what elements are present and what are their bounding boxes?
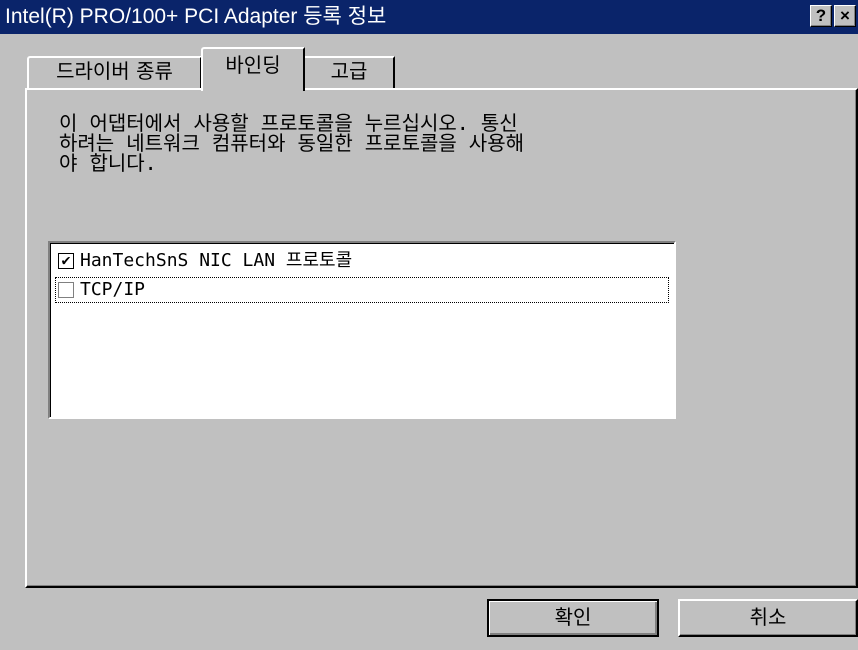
protocol-checkbox-hantechsns[interactable]: ✔ [58,251,74,269]
ok-button-label: 확인 [554,605,592,629]
protocol-item-hantechsns[interactable]: ✔ HanTechSnS NIC LAN 프로토콜 [56,249,668,275]
help-button[interactable]: ? [810,5,832,27]
tab-binding-label: 바인딩 [225,53,281,77]
description-line: 이 어댑터에서 사용할 프로토콜을 누르십시오. 통신 [59,111,518,135]
cancel-button[interactable]: 취소 [678,599,858,637]
tab-driver-type-label: 드라이버 종류 [56,59,173,83]
checkmark-icon: ✔ [61,251,71,269]
protocol-list[interactable]: ✔ HanTechSnS NIC LAN 프로토콜 TCP/IP [48,241,676,419]
protocol-item-tcpip[interactable]: TCP/IP [55,277,669,303]
protocol-label: TCP/IP [80,279,146,300]
window-title: Intel(R) PRO/100+ PCI Adapter 등록 정보 [5,5,387,28]
title-bar[interactable]: Intel(R) PRO/100+ PCI Adapter 등록 정보 ? × [0,0,858,34]
tab-advanced-label: 고급 [330,59,368,83]
help-icon: ? [815,6,827,25]
tab-binding[interactable]: 바인딩 [201,47,305,91]
ok-button[interactable]: 확인 [487,599,659,637]
binding-description: 이 어댑터에서 사용할 프로토콜을 누르십시오. 통신 하려는 네트워크 컴퓨터… [59,113,679,173]
close-icon: × [840,6,850,25]
protocol-checkbox-tcpip[interactable] [58,282,74,298]
close-button[interactable]: × [834,5,856,27]
protocol-label: HanTechSnS NIC LAN 프로토콜 [80,250,353,271]
cancel-button-label: 취소 [749,605,787,629]
description-line: 야 합니다. [59,151,157,175]
tab-advanced[interactable]: 고급 [303,56,395,88]
description-line: 하려는 네트워크 컴퓨터와 동일한 프로토콜을 사용해 [59,131,525,155]
tab-driver-type[interactable]: 드라이버 종류 [27,56,202,88]
